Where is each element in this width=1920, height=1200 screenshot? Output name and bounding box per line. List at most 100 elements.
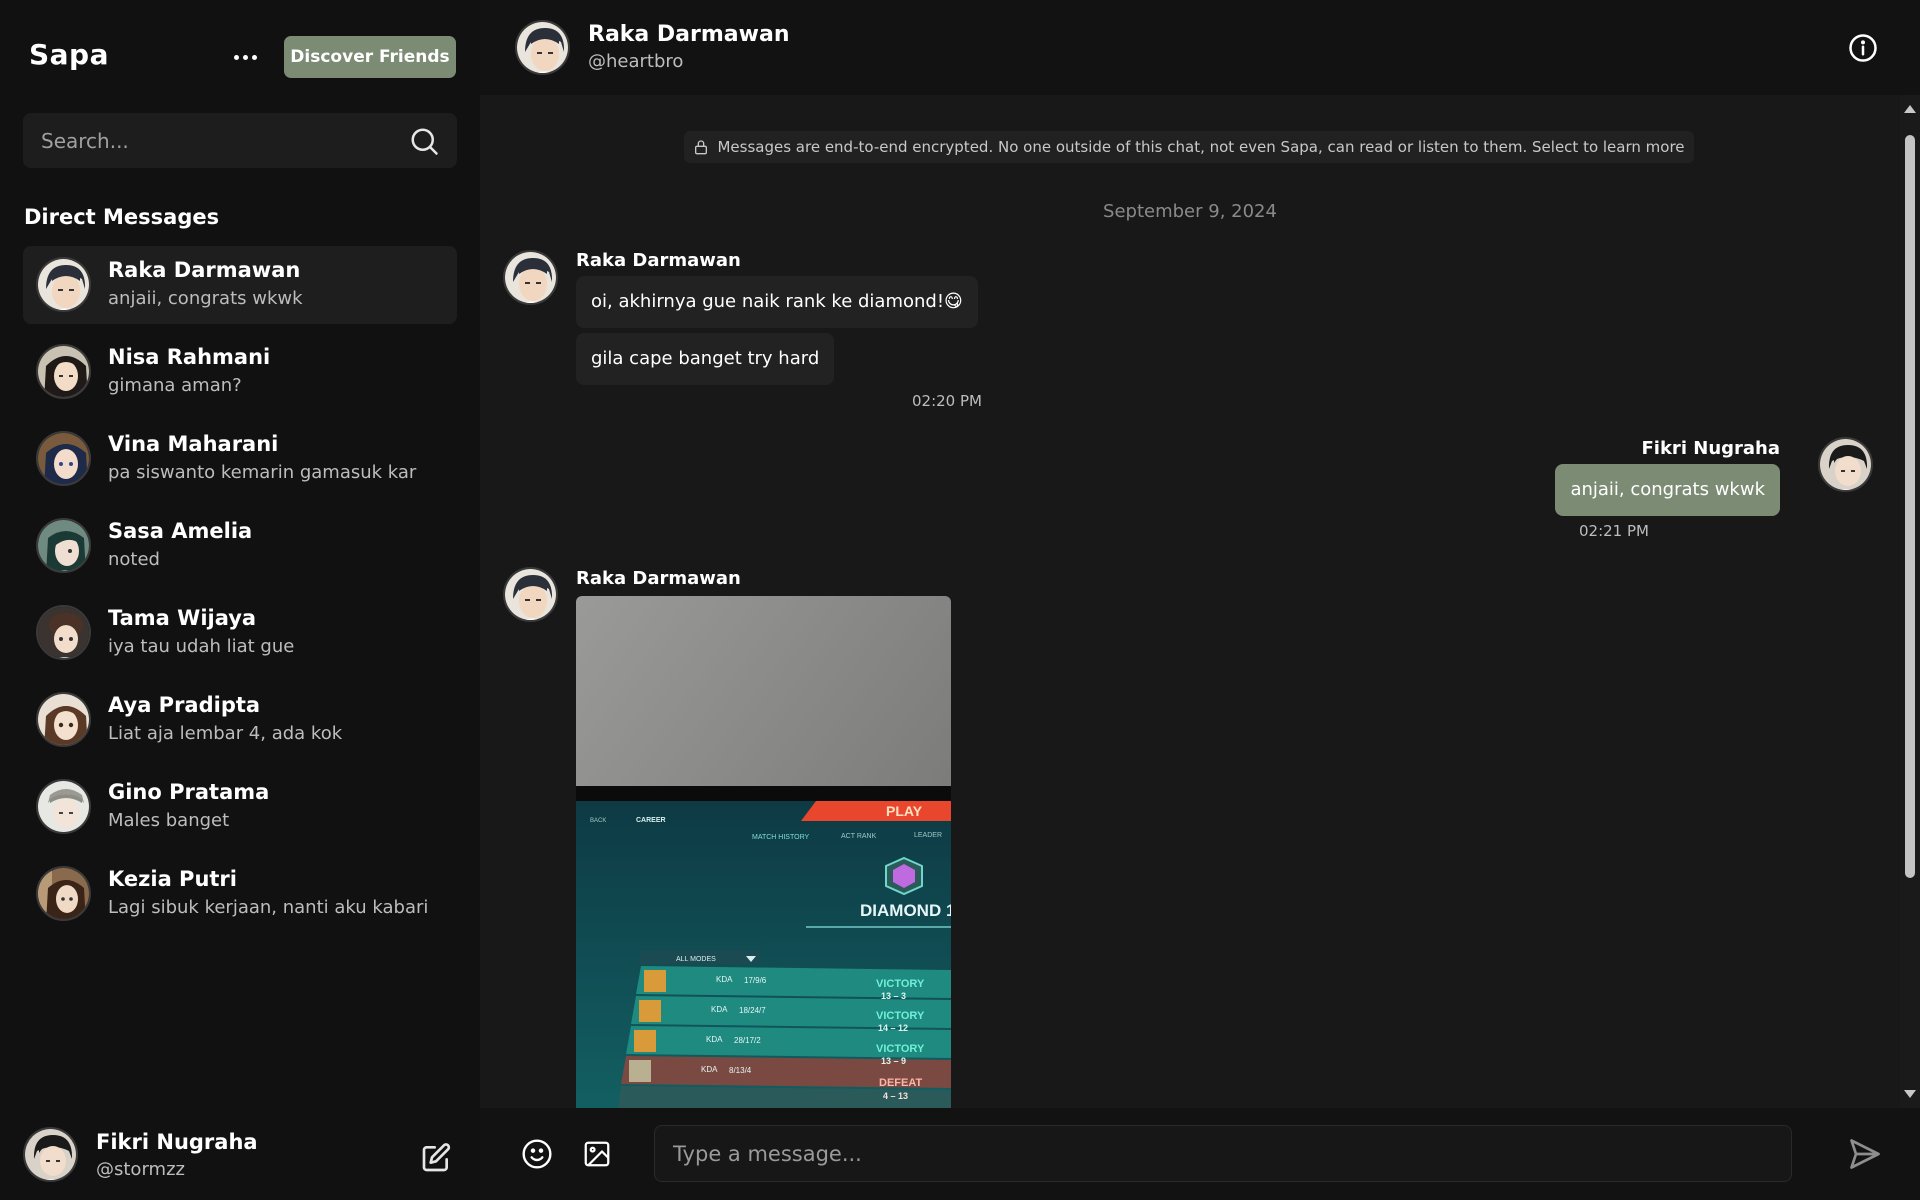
- conversation-preview: iya tau udah liat gue: [108, 636, 295, 657]
- sender-name: Raka Darmawan: [576, 568, 741, 589]
- image-attachment[interactable]: PLAY BACK CAREER MATCH HISTORY ACT RANK …: [576, 596, 951, 1108]
- conversation-name: Sasa Amelia: [108, 519, 253, 543]
- message-input[interactable]: [654, 1125, 1792, 1182]
- conversation-preview: anjaii, congrats wkwk: [108, 288, 303, 309]
- svg-text:CAREER: CAREER: [636, 817, 666, 824]
- avatar: [36, 431, 91, 486]
- my-avatar[interactable]: [1818, 437, 1873, 492]
- svg-text:17/9/6: 17/9/6: [744, 976, 767, 985]
- send-icon[interactable]: [1846, 1136, 1884, 1172]
- more-icon: [233, 54, 239, 60]
- message-bubble[interactable]: oi, akhirnya gue naik rank ke diamond!😋: [576, 276, 978, 328]
- scroll-down-arrow[interactable]: [1904, 1090, 1916, 1098]
- svg-text:LEADER: LEADER: [914, 832, 942, 839]
- svg-text:MATCH HISTORY: MATCH HISTORY: [752, 834, 810, 841]
- svg-text:13 – 3: 13 – 3: [881, 991, 906, 1001]
- conversation-item[interactable]: Tama Wijaya iya tau udah liat gue: [23, 594, 457, 672]
- scroll-thumb[interactable]: [1905, 135, 1915, 878]
- conversation-name: Aya Pradipta: [108, 693, 261, 717]
- image-upload-icon[interactable]: [582, 1139, 612, 1169]
- message-bubble[interactable]: gila cape banget try hard: [576, 333, 835, 385]
- conversation-item[interactable]: Raka Darmawan anjaii, congrats wkwk: [23, 246, 457, 324]
- conversation-name: Raka Darmawan: [108, 258, 301, 282]
- current-user-handle: @stormzz: [96, 1159, 185, 1180]
- contact-name: Raka Darmawan: [588, 22, 790, 47]
- svg-text:28/17/2: 28/17/2: [734, 1036, 761, 1045]
- more-options-button[interactable]: [228, 40, 262, 74]
- svg-text:14 – 12: 14 – 12: [878, 1023, 908, 1033]
- discover-friends-button[interactable]: Discover Friends: [284, 36, 456, 78]
- sender-avatar[interactable]: [503, 567, 558, 622]
- svg-text:13 – 9: 13 – 9: [881, 1056, 906, 1066]
- svg-text:VICTORY: VICTORY: [876, 978, 925, 990]
- conversation-preview: Lagi sibuk kerjaan, nanti aku kabari: [108, 897, 429, 918]
- svg-text:VICTORY: VICTORY: [876, 1043, 925, 1055]
- avatar: [36, 866, 91, 921]
- encryption-notice[interactable]: Messages are end-to-end encrypted. No on…: [684, 131, 1694, 163]
- conversation-preview: gimana aman?: [108, 375, 242, 396]
- svg-text:KDA: KDA: [701, 1065, 718, 1074]
- conversation-item[interactable]: Kezia Putri Lagi sibuk kerjaan, nanti ak…: [23, 855, 457, 933]
- sender-name: Fikri Nugraha: [1641, 438, 1781, 459]
- conversation-name: Vina Maharani: [108, 432, 279, 456]
- conversation-name: Nisa Rahmani: [108, 345, 271, 369]
- conversation-preview: pa siswanto kemarin gamasuk kar: [108, 462, 417, 483]
- svg-text:VICTORY: VICTORY: [876, 1010, 925, 1022]
- conversation-item[interactable]: Aya Pradipta Liat aja lembar 4, ada kok: [23, 681, 457, 759]
- app-brand: Sapa: [29, 38, 109, 71]
- info-icon[interactable]: [1848, 33, 1878, 63]
- message-time: 02:21 PM: [1579, 522, 1649, 540]
- svg-text:DEFEAT: DEFEAT: [879, 1077, 922, 1089]
- conversation-item[interactable]: Sasa Amelia noted: [23, 507, 457, 585]
- current-user-name: Fikri Nugraha: [96, 1130, 258, 1154]
- current-user-avatar[interactable]: [23, 1127, 78, 1182]
- direct-messages-title: Direct Messages: [24, 205, 220, 229]
- avatar: [36, 344, 91, 399]
- svg-text:ALL MODES: ALL MODES: [676, 956, 716, 963]
- edit-icon[interactable]: [420, 1142, 452, 1174]
- avatar: [36, 257, 91, 312]
- date-separator: September 9, 2024: [1103, 201, 1277, 222]
- chat-scrollbar[interactable]: [1900, 95, 1920, 1108]
- emoji-icon[interactable]: [521, 1138, 553, 1170]
- play-label: PLAY: [886, 803, 923, 819]
- conversation-name: Tama Wijaya: [108, 606, 257, 630]
- current-user-bar: Fikri Nugraha @stormzz: [0, 1108, 480, 1200]
- avatar: [36, 518, 91, 573]
- contact-handle: @heartbro: [588, 51, 684, 72]
- sidebar: Sapa Discover Friends Direct Messages Ra…: [0, 0, 480, 1200]
- search-icon[interactable]: [409, 126, 439, 156]
- chat-header: Raka Darmawan @heartbro: [480, 0, 1920, 95]
- scroll-up-arrow[interactable]: [1904, 105, 1916, 113]
- sender-avatar[interactable]: [503, 250, 558, 305]
- svg-text:BACK: BACK: [590, 818, 606, 824]
- sender-name: Raka Darmawan: [576, 250, 741, 271]
- svg-text:KDA: KDA: [711, 1005, 728, 1014]
- svg-text:KDA: KDA: [716, 975, 733, 984]
- contact-avatar[interactable]: [515, 20, 570, 75]
- rank-label: DIAMOND 1: [860, 901, 951, 920]
- lock-icon: [695, 140, 708, 155]
- conversation-item[interactable]: Vina Maharani pa siswanto kemarin gamasu…: [23, 420, 457, 498]
- search-box: [23, 113, 457, 168]
- message-area: Messages are end-to-end encrypted. No on…: [480, 95, 1900, 1108]
- avatar: [36, 605, 91, 660]
- conversation-item[interactable]: Gino Pratama Males banget: [23, 768, 457, 846]
- conversation-name: Gino Pratama: [108, 780, 270, 804]
- message-time: 02:20 PM: [912, 392, 982, 410]
- svg-text:ACT RANK: ACT RANK: [841, 833, 877, 840]
- conversation-preview: Males banget: [108, 810, 230, 831]
- encryption-notice-text: Messages are end-to-end encrypted. No on…: [717, 138, 1685, 156]
- conversation-list: Raka Darmawan anjaii, congrats wkwk Nisa…: [23, 246, 457, 942]
- avatar: [36, 779, 91, 834]
- svg-text:KDA: KDA: [706, 1035, 723, 1044]
- svg-text:8/13/4: 8/13/4: [729, 1066, 752, 1075]
- conversation-preview: Liat aja lembar 4, ada kok: [108, 723, 343, 744]
- conversation-item[interactable]: Nisa Rahmani gimana aman?: [23, 333, 457, 411]
- conversation-preview: noted: [108, 549, 160, 570]
- search-input[interactable]: [41, 113, 411, 168]
- message-bubble[interactable]: anjaii, congrats wkwk: [1555, 464, 1780, 516]
- avatar: [36, 692, 91, 747]
- svg-text:4 – 13: 4 – 13: [883, 1091, 908, 1101]
- conversation-name: Kezia Putri: [108, 867, 237, 891]
